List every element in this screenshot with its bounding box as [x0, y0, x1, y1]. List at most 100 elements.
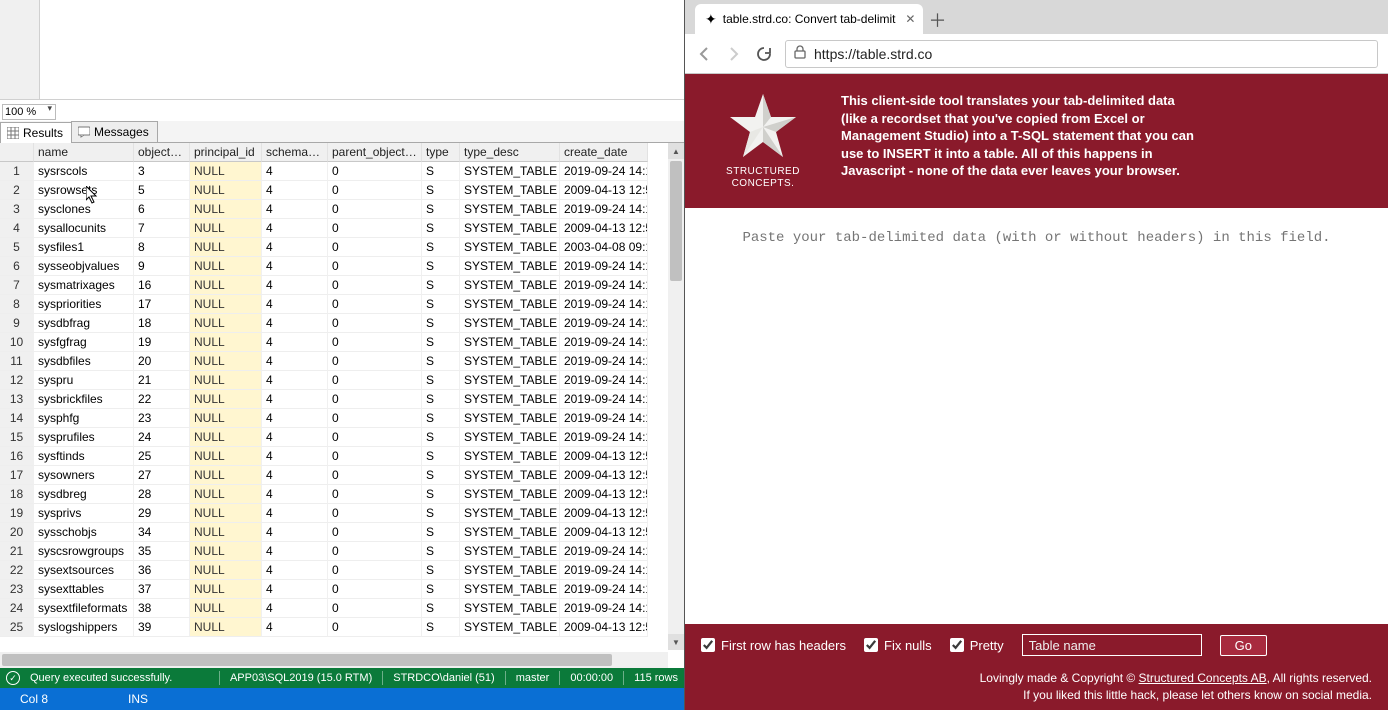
- cell[interactable]: sysfiles1: [34, 238, 134, 257]
- cell[interactable]: NULL: [190, 371, 262, 390]
- back-icon[interactable]: [695, 45, 713, 63]
- cell[interactable]: 8: [134, 238, 190, 257]
- cell[interactable]: S: [422, 371, 460, 390]
- cell[interactable]: S: [422, 409, 460, 428]
- row-number[interactable]: 20: [0, 523, 34, 542]
- cell[interactable]: 0: [328, 599, 422, 618]
- cell[interactable]: 0: [328, 352, 422, 371]
- cell[interactable]: 4: [262, 219, 328, 238]
- cell[interactable]: NULL: [190, 219, 262, 238]
- cell[interactable]: 0: [328, 219, 422, 238]
- column-header[interactable]: name: [34, 143, 134, 162]
- cell[interactable]: sysprufiles: [34, 428, 134, 447]
- row-number[interactable]: 6: [0, 257, 34, 276]
- cell[interactable]: 16: [134, 276, 190, 295]
- cell[interactable]: sysdbreg: [34, 485, 134, 504]
- cell[interactable]: NULL: [190, 314, 262, 333]
- cell[interactable]: 38: [134, 599, 190, 618]
- scroll-thumb[interactable]: [670, 161, 682, 281]
- cell[interactable]: 29: [134, 504, 190, 523]
- cell[interactable]: 2019-09-24 14:19: [560, 257, 648, 276]
- cell[interactable]: 0: [328, 504, 422, 523]
- chk-fixnulls-input[interactable]: [864, 638, 878, 652]
- cell[interactable]: NULL: [190, 390, 262, 409]
- cell[interactable]: 0: [328, 162, 422, 181]
- cell[interactable]: S: [422, 295, 460, 314]
- cell[interactable]: SYSTEM_TABLE: [460, 276, 560, 295]
- cell[interactable]: 2009-04-13 12:59: [560, 181, 648, 200]
- row-number[interactable]: 4: [0, 219, 34, 238]
- cell[interactable]: NULL: [190, 618, 262, 637]
- cell[interactable]: 0: [328, 257, 422, 276]
- cell[interactable]: 20: [134, 352, 190, 371]
- cell[interactable]: 0: [328, 295, 422, 314]
- cell[interactable]: 0: [328, 314, 422, 333]
- cell[interactable]: 2019-09-24 14:19: [560, 314, 648, 333]
- cell[interactable]: 22: [134, 390, 190, 409]
- cell[interactable]: 4: [262, 409, 328, 428]
- cell[interactable]: sysprivs: [34, 504, 134, 523]
- cell[interactable]: S: [422, 447, 460, 466]
- cell[interactable]: S: [422, 200, 460, 219]
- cell[interactable]: NULL: [190, 561, 262, 580]
- zoom-select[interactable]: 100 %: [2, 104, 56, 120]
- cell[interactable]: 0: [328, 390, 422, 409]
- cell[interactable]: S: [422, 276, 460, 295]
- table-name-input[interactable]: [1022, 634, 1202, 656]
- row-number[interactable]: 24: [0, 599, 34, 618]
- cell[interactable]: S: [422, 599, 460, 618]
- close-tab-icon[interactable]: ✕: [905, 12, 915, 26]
- column-header[interactable]: create_date: [560, 143, 648, 162]
- cell[interactable]: 5: [134, 181, 190, 200]
- cell[interactable]: 2019-09-24 14:19: [560, 542, 648, 561]
- cell[interactable]: sysdbfrag: [34, 314, 134, 333]
- cell[interactable]: 0: [328, 561, 422, 580]
- cell[interactable]: SYSTEM_TABLE: [460, 428, 560, 447]
- cell[interactable]: syslogshippers: [34, 618, 134, 637]
- cell[interactable]: SYSTEM_TABLE: [460, 599, 560, 618]
- cell[interactable]: SYSTEM_TABLE: [460, 371, 560, 390]
- cell[interactable]: SYSTEM_TABLE: [460, 580, 560, 599]
- cell[interactable]: SYSTEM_TABLE: [460, 409, 560, 428]
- cell[interactable]: S: [422, 428, 460, 447]
- cell[interactable]: 18: [134, 314, 190, 333]
- cell[interactable]: 2019-09-24 14:19: [560, 428, 648, 447]
- chk-headers-input[interactable]: [701, 638, 715, 652]
- cell[interactable]: S: [422, 333, 460, 352]
- cell[interactable]: 4: [262, 390, 328, 409]
- cell[interactable]: NULL: [190, 485, 262, 504]
- cell[interactable]: 3: [134, 162, 190, 181]
- cell[interactable]: 4: [262, 618, 328, 637]
- cell[interactable]: SYSTEM_TABLE: [460, 504, 560, 523]
- cell[interactable]: 2009-04-13 12:59: [560, 447, 648, 466]
- cell[interactable]: 0: [328, 542, 422, 561]
- cell[interactable]: 2019-09-24 14:19: [560, 352, 648, 371]
- cell[interactable]: S: [422, 542, 460, 561]
- cell[interactable]: 21: [134, 371, 190, 390]
- cell[interactable]: S: [422, 238, 460, 257]
- cell[interactable]: 2019-09-24 14:19: [560, 599, 648, 618]
- cell[interactable]: 0: [328, 428, 422, 447]
- cell[interactable]: S: [422, 523, 460, 542]
- cell[interactable]: 36: [134, 561, 190, 580]
- cell[interactable]: 2009-04-13 12:59: [560, 523, 648, 542]
- cell[interactable]: sysseobjvalues: [34, 257, 134, 276]
- cell[interactable]: 2019-09-24 14:19: [560, 371, 648, 390]
- cell[interactable]: NULL: [190, 580, 262, 599]
- row-number[interactable]: 17: [0, 466, 34, 485]
- cell[interactable]: 2009-04-13 12:59: [560, 466, 648, 485]
- cell[interactable]: SYSTEM_TABLE: [460, 238, 560, 257]
- cell[interactable]: NULL: [190, 352, 262, 371]
- checkbox-pretty[interactable]: Pretty: [950, 638, 1004, 653]
- cell[interactable]: S: [422, 485, 460, 504]
- cell[interactable]: 4: [262, 162, 328, 181]
- cell[interactable]: sysbrickfiles: [34, 390, 134, 409]
- chk-pretty-input[interactable]: [950, 638, 964, 652]
- cell[interactable]: 39: [134, 618, 190, 637]
- go-button[interactable]: Go: [1220, 635, 1267, 656]
- cell[interactable]: 19: [134, 333, 190, 352]
- cell[interactable]: 2019-09-24 14:19: [560, 200, 648, 219]
- new-tab-button[interactable]: ＋: [923, 6, 951, 34]
- cell[interactable]: SYSTEM_TABLE: [460, 352, 560, 371]
- cell[interactable]: S: [422, 390, 460, 409]
